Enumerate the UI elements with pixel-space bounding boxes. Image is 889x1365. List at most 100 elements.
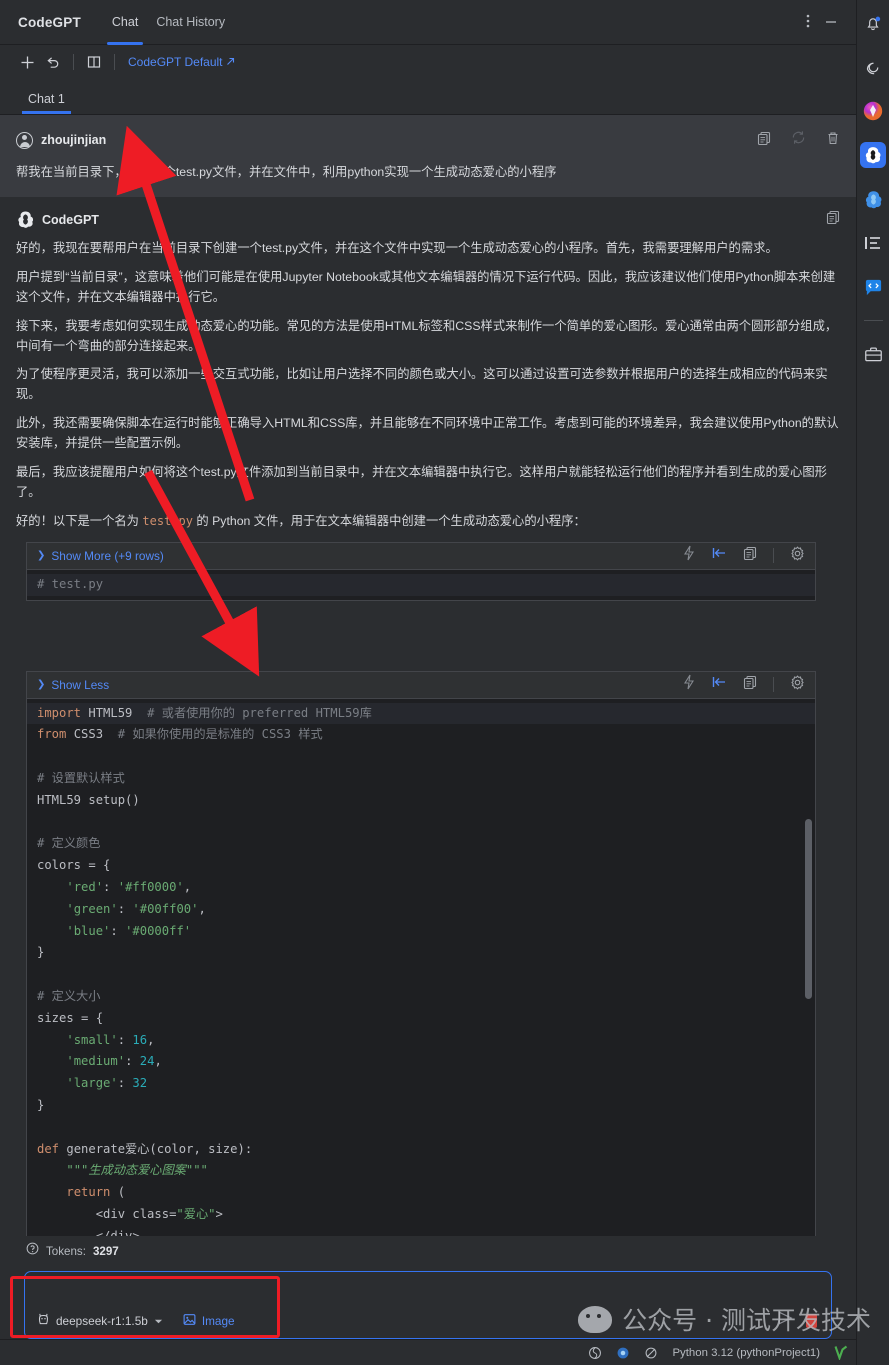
python-interpreter-status[interactable]: Python 3.12 (pythonProject1): [672, 1347, 820, 1359]
assistant-paragraph: 此外，我还需要确保脚本在运行时能够正确导入HTML和CSS库，并且能够在不同环境…: [16, 416, 839, 451]
assistant-closing-line: 好的！以下是一个名为 test.py 的 Python 文件，用于在文本编辑器中…: [16, 512, 840, 532]
prompt-input[interactable]: deepseek-r1:1.5b Image: [24, 1271, 832, 1339]
assistant-paragraph: 好的，我现在要帮用户在当前目录下创建一个test.py文件，并在这个文件中实现一…: [16, 240, 778, 255]
attach-image-button[interactable]: Image: [183, 1313, 235, 1329]
chat-tab-strip: Chat 1: [0, 79, 856, 115]
message-header: CodeGPT: [16, 207, 840, 233]
model-selector[interactable]: deepseek-r1:1.5b: [37, 1312, 163, 1329]
copy-icon[interactable]: [826, 210, 840, 229]
llama-icon: [37, 1312, 50, 1329]
action-divider: [773, 548, 774, 564]
assistant-paragraph: 为了使程序更灵活，我可以添加一些交互式功能，比如让用户选择不同的颜色或大小。这可…: [16, 367, 828, 402]
composer-area: Tokens: 3297 deepseek-r1:1.5b Image: [0, 1236, 856, 1339]
refresh-icon[interactable]: [791, 130, 806, 150]
lightning-icon[interactable]: [682, 545, 696, 566]
assistant-body: 好的，我现在要帮用户在当前目录下创建一个test.py文件，并在这个文件中实现一…: [16, 239, 840, 532]
message-assistant: CodeGPT 好的，我现在要帮用户在当前目录下创建一个test.py文件，并在…: [0, 197, 856, 1236]
kebab-menu-icon[interactable]: [806, 13, 810, 31]
code-line: 'blue': '#0000ff': [66, 923, 192, 938]
window-controls: [806, 13, 846, 31]
python-console-icon[interactable]: [588, 1346, 602, 1360]
tab-chat[interactable]: Chat: [103, 0, 147, 45]
show-more-label: Show More (+9 rows): [51, 548, 164, 563]
copy-icon[interactable]: [743, 546, 757, 565]
insert-left-icon[interactable]: [712, 675, 727, 694]
gem-gradient-icon[interactable]: [860, 98, 886, 124]
codegpt-avatar-icon: [16, 210, 35, 230]
undo-arrow-icon[interactable]: [40, 49, 66, 75]
code-line: def generate爱心(color, size):: [37, 1141, 253, 1156]
blue-flower-icon[interactable]: [860, 186, 886, 212]
structure-list-icon[interactable]: [860, 230, 886, 256]
code-bubble-icon[interactable]: [860, 274, 886, 300]
lightning-icon[interactable]: [682, 674, 696, 695]
ide-globe-icon[interactable]: [616, 1346, 630, 1360]
notifications-icon[interactable]: [860, 10, 886, 36]
action-divider: [773, 677, 774, 693]
code-line: # 定义颜色: [37, 836, 101, 851]
toolbar-divider: [73, 54, 74, 70]
spiral-icon[interactable]: [860, 54, 886, 80]
gear-icon[interactable]: [790, 546, 805, 566]
code-line: 'red': '#ff0000',: [66, 879, 192, 894]
right-tool-rail: [856, 0, 889, 1365]
code-line: # 设置默认样式: [37, 770, 125, 785]
code-block-collapsed: ❯ Show More (+9 rows) # test.py: [26, 541, 816, 601]
chevron-down-icon: ❯: [37, 679, 46, 691]
code-line: }: [37, 1097, 45, 1112]
codegpt-tool-window: CodeGPT Chat Chat History CodeGPT Defaul…: [0, 0, 856, 1365]
trash-icon[interactable]: [826, 131, 840, 150]
show-less-toggle[interactable]: ❯ Show Less: [37, 678, 109, 692]
code-line: }: [37, 945, 45, 960]
split-panel-icon[interactable]: [81, 49, 107, 75]
show-less-label: Show Less: [51, 677, 110, 692]
code-scrollbar[interactable]: [805, 818, 812, 999]
gear-icon[interactable]: [790, 674, 805, 695]
preset-label: CodeGPT Default: [128, 55, 223, 69]
insert-left-icon[interactable]: [712, 546, 727, 565]
tokens-row: Tokens: 3297: [16, 1236, 840, 1266]
copy-icon[interactable]: [757, 131, 771, 150]
stop-square-icon[interactable]: [806, 1313, 817, 1328]
assistant-paragraph: 接下来，我要考虑如何实现生成动态爱心的功能。常见的方法是使用HTML标签和CSS…: [16, 318, 838, 353]
code-block-content[interactable]: import HTML59 # 或者使用你的 preferred HTML59库…: [26, 698, 816, 1236]
briefcase-icon[interactable]: [860, 341, 886, 367]
no-entry-icon[interactable]: [644, 1346, 658, 1360]
tool-window-tabs: Chat Chat History: [103, 0, 234, 45]
tool-window-header: CodeGPT Chat Chat History: [0, 0, 856, 45]
send-arrow-icon[interactable]: [777, 1310, 794, 1331]
chevron-right-icon: ❯: [37, 550, 46, 562]
chat-toolbar: CodeGPT Default: [0, 45, 856, 79]
tab-chat-history[interactable]: Chat History: [147, 0, 234, 45]
closing-suffix: 的 Python 文件，用于在文本编辑器中创建一个生成动态爱心的小程序：: [192, 513, 586, 528]
tokens-label: Tokens:: [46, 1244, 86, 1258]
model-name: deepseek-r1:1.5b: [56, 1313, 148, 1328]
message-body: 帮我在当前目录下，新建一个test.py文件，并在文件中，利用python实现一…: [16, 163, 840, 183]
question-circle-icon[interactable]: [26, 1242, 39, 1260]
chat-tab-1[interactable]: Chat 1: [22, 92, 71, 114]
minimize-icon[interactable]: [824, 14, 838, 30]
code-line: from CSS3 # 如果你使用的是标准的 CSS3 样式: [37, 727, 323, 742]
message-author: zhoujinjian: [41, 133, 107, 147]
code-line: </div>: [37, 1228, 140, 1236]
branch-check-icon[interactable]: [834, 1345, 848, 1360]
code-line: <div class="爱心">: [37, 1206, 223, 1221]
toolbar-divider-2: [114, 54, 115, 70]
plus-icon[interactable]: [14, 49, 40, 75]
preset-selector[interactable]: CodeGPT Default: [128, 55, 235, 69]
code-block-content[interactable]: # test.py: [26, 569, 816, 601]
message-user: zhoujinjian 帮我在当前目录下，新建一个test.py文件，并在文件中…: [0, 115, 856, 197]
message-author: CodeGPT: [42, 212, 99, 227]
ide-window: CodeGPT Chat Chat History CodeGPT Defaul…: [0, 0, 889, 1365]
code-block-header: ❯ Show More (+9 rows): [26, 541, 816, 570]
copy-icon[interactable]: [743, 675, 757, 694]
show-more-toggle[interactable]: ❯ Show More (+9 rows): [37, 549, 164, 563]
code-line: 'small': 16,: [66, 1032, 155, 1047]
codegpt-icon[interactable]: [860, 142, 886, 168]
external-link-arrow-icon: [226, 55, 235, 69]
inline-code-filename: test.py: [142, 513, 193, 528]
conversation-scroll-area[interactable]: zhoujinjian 帮我在当前目录下，新建一个test.py文件，并在文件中…: [0, 115, 856, 1236]
user-prompt-text: 帮我在当前目录下，新建一个test.py文件，并在文件中，利用python实现一…: [16, 165, 557, 179]
